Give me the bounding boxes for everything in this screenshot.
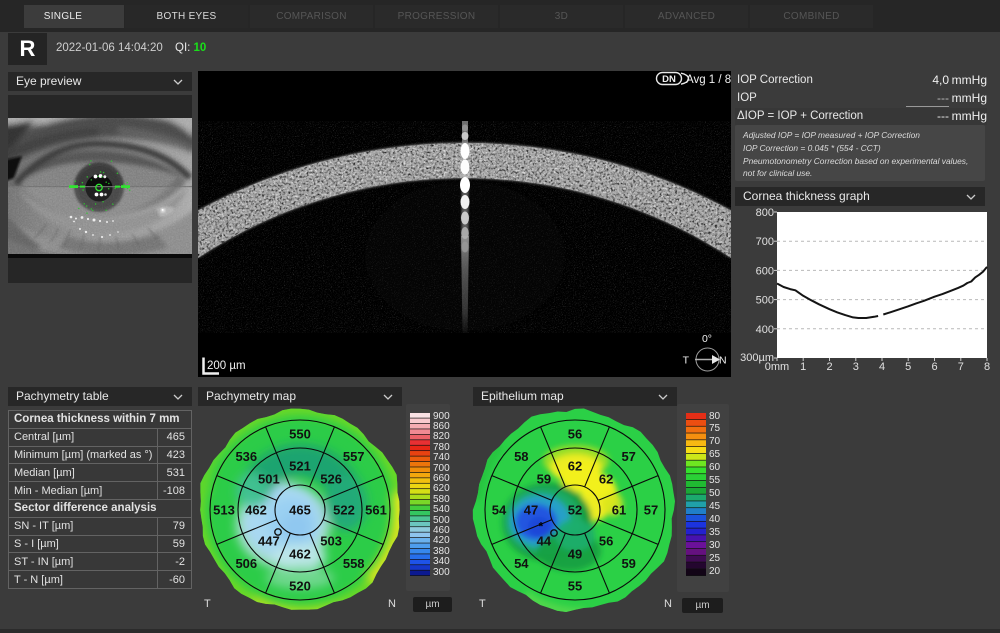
svg-text:2: 2 [826,361,832,373]
svg-text:57: 57 [644,503,658,518]
svg-text:44: 44 [537,534,552,549]
svg-text:0mm: 0mm [765,361,789,373]
svg-text:561: 561 [365,503,387,518]
svg-text:200 µm: 200 µm [207,360,246,372]
svg-text:62: 62 [599,471,613,486]
svg-text:47: 47 [524,503,538,518]
svg-text:558: 558 [343,556,365,571]
svg-text:7: 7 [958,361,964,373]
svg-text:522: 522 [333,503,355,518]
svg-text:462: 462 [245,503,267,518]
svg-text:550: 550 [289,427,311,442]
svg-text:465: 465 [289,503,311,518]
svg-text:400: 400 [756,324,774,336]
svg-text:5: 5 [905,361,911,373]
svg-text:462: 462 [289,547,311,562]
svg-text:557: 557 [343,449,365,464]
svg-text:56: 56 [568,427,582,442]
svg-text:600: 600 [756,265,774,277]
svg-text:1: 1 [800,361,806,373]
svg-text:T: T [683,355,690,367]
svg-text:55: 55 [568,579,582,594]
svg-text:DN: DN [662,74,676,85]
svg-text:Avg 1 / 8: Avg 1 / 8 [686,74,731,86]
svg-text:501: 501 [258,471,280,486]
svg-text:447: 447 [258,534,280,549]
svg-text:506: 506 [235,556,257,571]
svg-text:520: 520 [289,579,311,594]
svg-text:58: 58 [514,449,528,464]
svg-text:0°: 0° [702,333,712,345]
svg-text:62: 62 [568,459,582,474]
svg-text:59: 59 [537,471,551,486]
svg-text:57: 57 [621,449,635,464]
svg-text:54: 54 [492,503,507,518]
svg-text:49: 49 [568,547,582,562]
svg-text:*: * [539,520,544,534]
svg-text:56: 56 [599,534,613,549]
svg-text:6: 6 [931,361,937,373]
svg-text:52: 52 [568,503,582,518]
svg-text:800: 800 [756,207,774,219]
svg-text:8: 8 [984,361,990,373]
svg-text:700: 700 [756,236,774,248]
svg-text:536: 536 [235,449,257,464]
svg-text:61: 61 [612,503,626,518]
svg-text:500: 500 [756,295,774,307]
svg-text:513: 513 [213,503,235,518]
svg-text:4: 4 [879,361,885,373]
svg-text:N: N [719,355,727,367]
svg-text:503: 503 [320,534,342,549]
svg-text:59: 59 [621,556,635,571]
svg-text:3: 3 [853,361,859,373]
svg-text:526: 526 [320,471,342,486]
svg-text:54: 54 [514,556,529,571]
svg-text:521: 521 [289,459,311,474]
